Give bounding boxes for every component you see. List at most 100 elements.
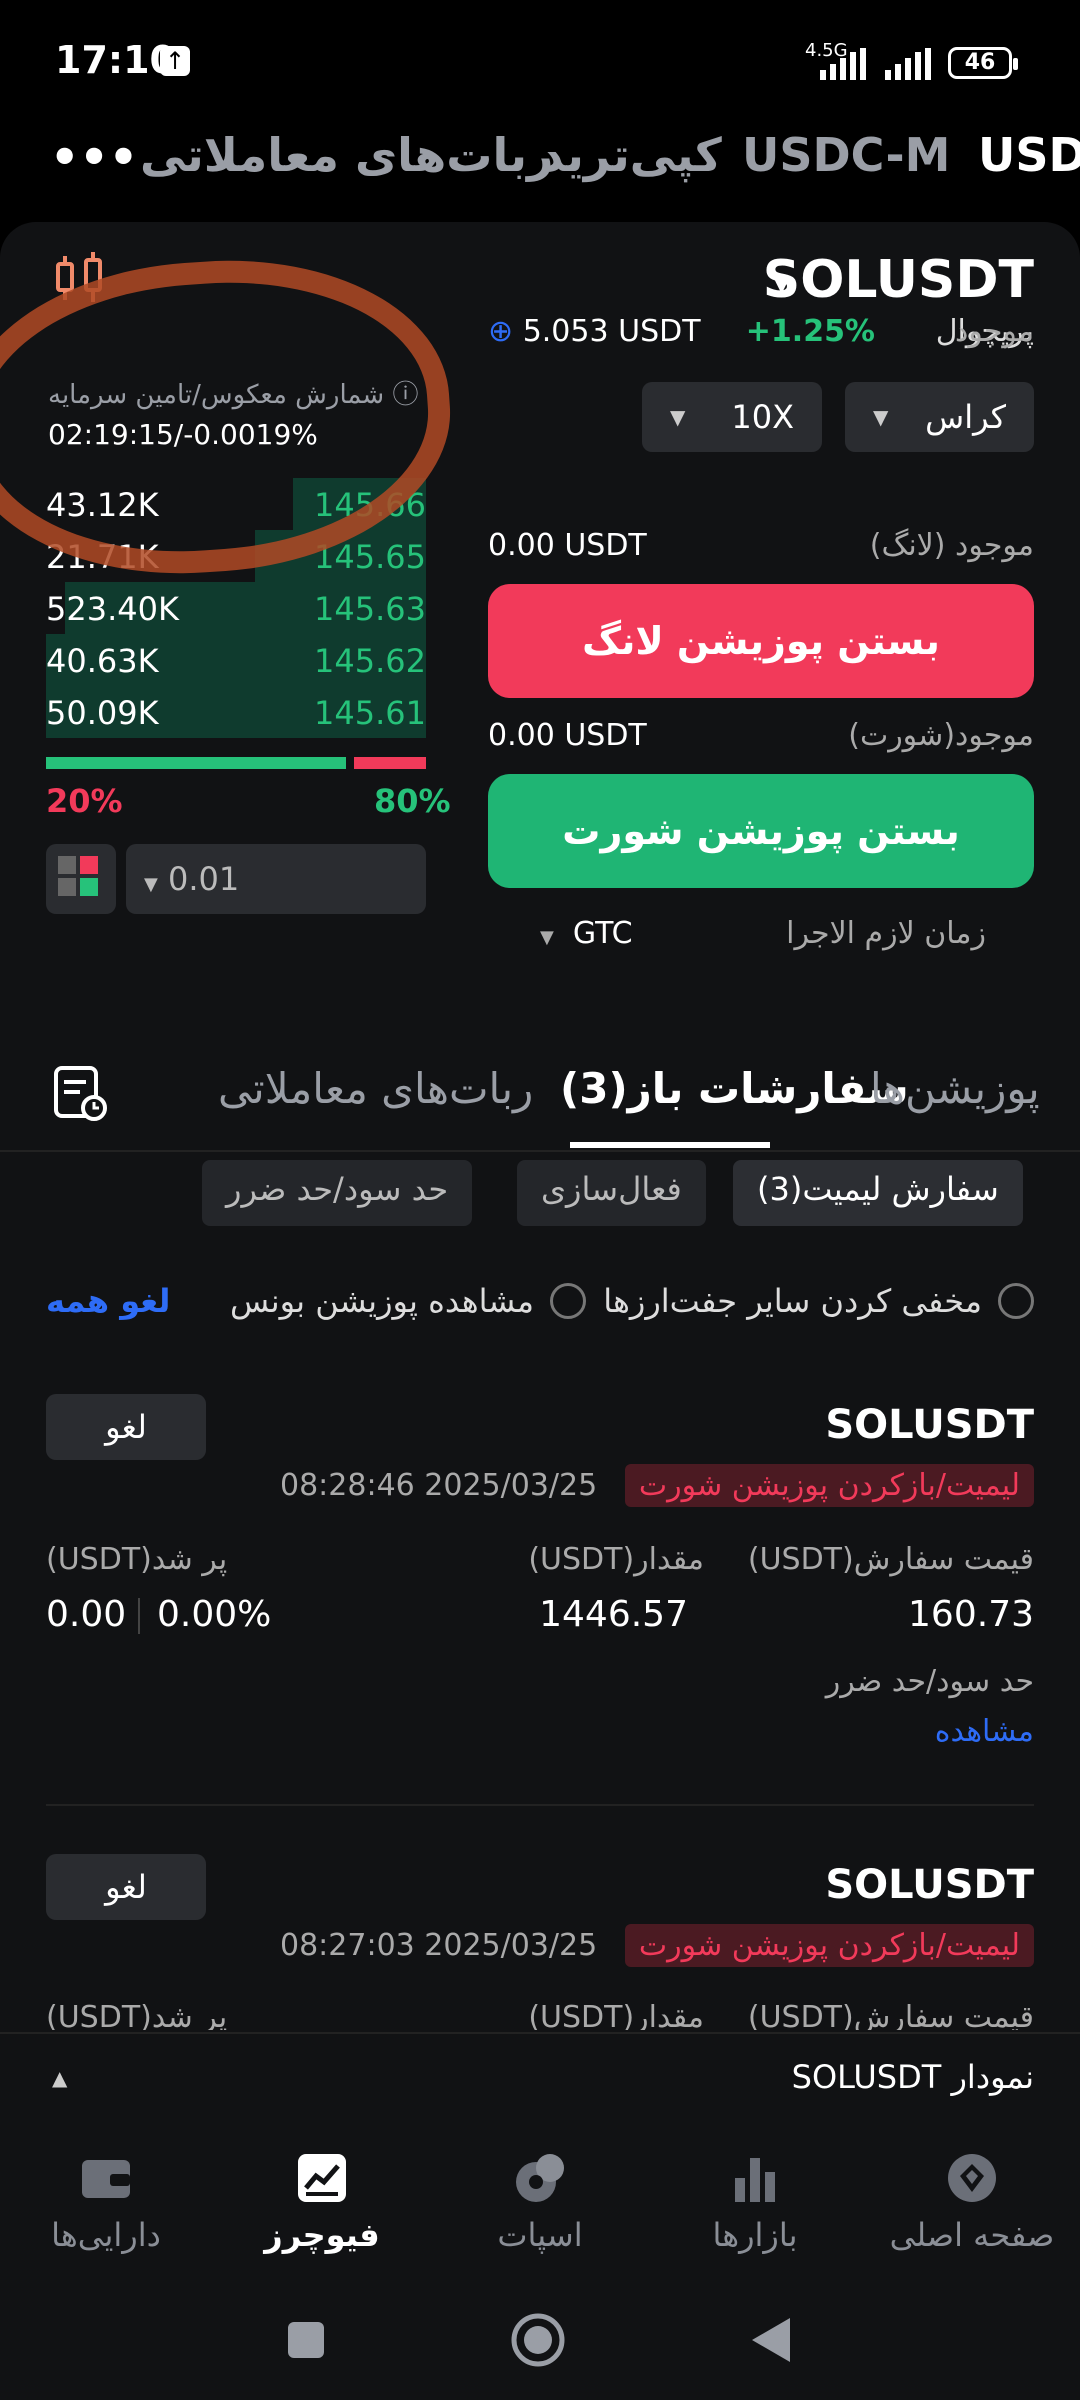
order-price-label: قیمت سفارش(USDT) — [747, 1542, 1034, 1577]
book-layout-button[interactable] — [46, 844, 116, 914]
orders-tabs: ربات‌های معاملاتی سفارشات باز(3) پوزیشن‌… — [0, 1042, 1080, 1152]
tab-positions[interactable]: پوزیشن‌ها — [870, 1064, 1040, 1113]
order-filled: 0.00 — [46, 1594, 127, 1635]
margin-mode-value: کراس — [925, 398, 1006, 436]
nav-futures-label: فیوچرز — [264, 2216, 380, 2254]
short-available-label: موجود(شورت) — [848, 718, 1034, 753]
chevron-down-icon: ▼ — [873, 405, 889, 429]
upload-icon: ↑ — [160, 46, 190, 76]
home-button-icon[interactable] — [510, 2312, 566, 2368]
tab-usdc-m[interactable]: USDC-M — [742, 128, 950, 182]
trading-panel: ▼ SOLUSDT پرپچوال +1.25% ⓘ شمارش معکوس/ت… — [0, 222, 1080, 2400]
book-amount: 50.09K — [46, 694, 159, 732]
chart-title: نمودار SOLUSDT — [791, 2058, 1034, 2096]
order-type-badge: لیمیت/بازکردن پوزیشن شورت — [624, 1924, 1034, 1967]
book-row[interactable]: 40.63K 145.62 — [46, 634, 426, 686]
tab-trading-bots[interactable]: ربات‌های معاملاتی — [140, 128, 554, 182]
futures-icon — [298, 2154, 346, 2202]
order-time: 08:28:46 2025/03/25 — [280, 1468, 598, 1503]
chevron-up-icon: ▲ — [52, 2066, 68, 2090]
chevron-down-icon: ▼ — [670, 405, 686, 429]
long-available-value: 0.00 USDT — [488, 528, 647, 563]
price-change: +1.25% — [745, 314, 875, 349]
order-filled-pct: 0.00% — [157, 1594, 272, 1635]
filter-limit[interactable]: سفارش لیمیت(3) — [733, 1160, 1023, 1226]
nav-home[interactable]: صفحه اصلی — [872, 2148, 1072, 2254]
close-short-button[interactable]: بستن پوزیشن شورت — [488, 774, 1034, 888]
tab-open-orders[interactable]: سفارشات باز(3) — [560, 1064, 909, 1113]
order-pair: SOLUSDT — [825, 1862, 1034, 1908]
nav-markets-label: بازارها — [712, 2216, 798, 2254]
cancel-order-button[interactable]: لغو — [46, 1394, 206, 1460]
tab-copy-trade[interactable]: کپی‌ترید — [540, 128, 722, 182]
home-icon — [948, 2154, 996, 2202]
filled-divider — [138, 1598, 140, 1634]
available-label: موجود — [955, 314, 1034, 349]
more-icon[interactable]: ••• — [50, 130, 138, 184]
nav-home-label: صفحه اصلی — [889, 2216, 1055, 2254]
view-tpsl-link[interactable]: مشاهده — [935, 1714, 1034, 1749]
long-available-label: موجود (لانگ) — [869, 528, 1034, 563]
order-tpsl-label: حد سود/حد ضرر — [825, 1664, 1034, 1699]
book-price: 145.61 — [314, 694, 426, 732]
active-tab-indicator — [570, 1142, 770, 1148]
tab-usdt[interactable]: USDT — [978, 128, 1080, 182]
buy-percent: 80% — [374, 782, 451, 820]
status-time: 17:10 — [55, 38, 176, 82]
close-long-button[interactable]: بستن پوزیشن لانگ — [488, 584, 1034, 698]
sell-percent: 20% — [46, 782, 123, 820]
radio-icon — [550, 1283, 586, 1319]
bottom-nav: صفحه اصلی بازارها اسپات فیوچرز دارایی‌ها — [0, 2130, 1080, 2290]
signal-icon-2 — [885, 48, 931, 80]
nav-assets[interactable]: دارایی‌ها — [6, 2148, 206, 2254]
show-bonus-checkbox[interactable]: مشاهده پوزیشن بونس — [230, 1282, 586, 1320]
recents-icon[interactable] — [286, 2320, 326, 2360]
top-nav: ••• ربات‌های معاملاتی کپی‌ترید USDC-M US… — [0, 120, 1080, 220]
sell-ratio-fill — [354, 757, 426, 769]
leverage-select[interactable]: ▼ 10X — [642, 382, 822, 452]
order-filled-label: پر شد(USDT) — [46, 1542, 228, 1577]
order-qty: 1446.57 — [539, 1594, 688, 1635]
cancel-order-button[interactable]: لغو — [46, 1854, 206, 1920]
nav-futures[interactable]: فیوچرز — [222, 2148, 422, 2254]
order-type-badge: لیمیت/بازکردن پوزیشن شورت — [624, 1464, 1034, 1507]
order-price-label: قیمت سفارش(USDT) — [747, 2000, 1034, 2030]
add-icon[interactable]: ⊕ — [488, 314, 513, 349]
order-history-icon[interactable] — [52, 1064, 108, 1122]
back-icon[interactable] — [750, 2316, 792, 2364]
nav-assets-label: دارایی‌ها — [51, 2216, 161, 2254]
divider — [46, 1804, 1034, 1806]
hide-other-pairs-checkbox[interactable]: مخفی کردن سایر جفت‌ارزها — [603, 1282, 1034, 1320]
buy-sell-ratio-bar — [46, 757, 426, 769]
book-row[interactable]: 50.09K 145.61 — [46, 686, 426, 738]
battery-icon: 46 — [948, 47, 1018, 79]
status-bar: 17:10 ↑ 4.5G 46 — [0, 0, 1080, 120]
signal-icon — [820, 48, 866, 80]
hide-pairs-label: مخفی کردن سایر جفت‌ارزها — [603, 1282, 982, 1320]
system-nav — [0, 2288, 1080, 2400]
nav-spot[interactable]: اسپات — [440, 2148, 640, 2254]
price-step-select[interactable]: ▼ 0.01 — [126, 844, 426, 914]
show-bonus-label: مشاهده پوزیشن بونس — [229, 1282, 534, 1320]
filter-tpsl[interactable]: حد سود/حد ضرر — [202, 1160, 473, 1226]
cancel-all-button[interactable]: لغو همه — [46, 1282, 170, 1320]
tif-value: GTC — [572, 916, 633, 951]
nav-spot-label: اسپات — [497, 2216, 583, 2254]
available-value: ⊕ 5.053 USDT — [488, 314, 701, 349]
bar-chart-icon — [735, 2158, 775, 2202]
radio-icon — [998, 1283, 1034, 1319]
chevron-down-icon: ▼ — [540, 927, 554, 948]
order-qty-label: مقدار(USDT) — [528, 2000, 704, 2030]
filter-trigger[interactable]: فعال‌سازی — [517, 1160, 706, 1226]
tif-label: زمان لازم الاجرا — [786, 916, 986, 951]
book-price: 145.63 — [314, 590, 426, 628]
order-price: 160.73 — [908, 1594, 1034, 1635]
margin-mode-select[interactable]: ▼ کراس — [845, 382, 1034, 452]
tab-trading-bots-list[interactable]: ربات‌های معاملاتی — [218, 1064, 533, 1113]
book-amount: 523.40K — [46, 590, 179, 628]
pair-title[interactable]: SOLUSDT — [763, 250, 1034, 310]
nav-markets[interactable]: بازارها — [655, 2148, 855, 2254]
book-row[interactable]: 523.40K 145.63 — [46, 582, 426, 634]
order-time: 08:27:03 2025/03/25 — [280, 1928, 598, 1963]
tif-select[interactable]: ▼ GTC — [540, 916, 633, 951]
